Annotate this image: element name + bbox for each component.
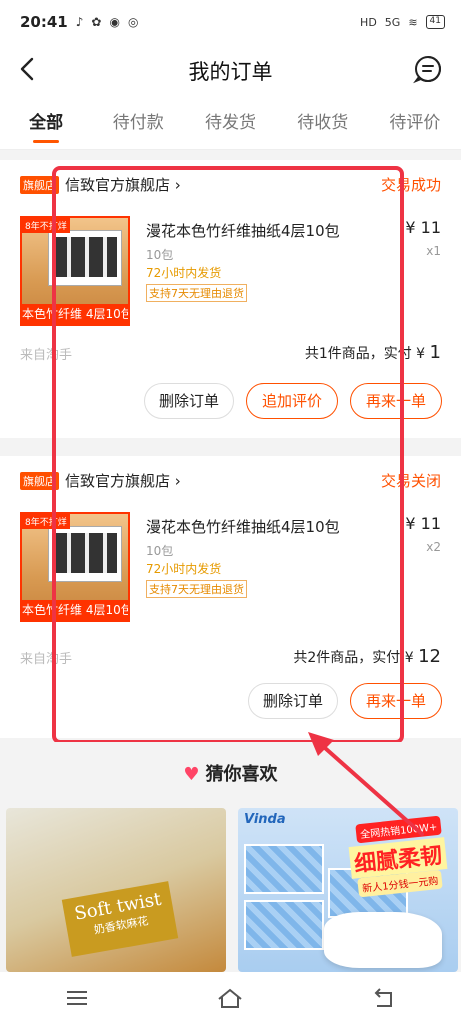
- order-source: 来自淘手: [20, 348, 73, 363]
- product-spec: 10包: [146, 544, 174, 558]
- flagship-badge: 旗舰店: [20, 175, 59, 194]
- weibo-icon: ◉: [109, 15, 120, 29]
- flagship-badge: 旗舰店: [20, 471, 59, 490]
- status-time: 20:41: [20, 13, 68, 31]
- status-right: HD 5G ≋ 41: [360, 15, 445, 29]
- header: 我的订单: [0, 44, 461, 96]
- return-policy-tag: 支持7天无理由退货: [146, 580, 247, 598]
- order-summary: 共1件商品，实付 ¥ 1: [305, 342, 441, 363]
- product-spec: 10包: [146, 248, 174, 262]
- delete-order-button[interactable]: 删除订单: [144, 383, 234, 419]
- order-summary: 共2件商品，实付 ¥ 12: [293, 646, 441, 667]
- delete-order-button[interactable]: 删除订单: [248, 683, 338, 719]
- product-quantity: x1: [426, 244, 441, 258]
- heart-icon: ♥: [183, 764, 200, 785]
- product-quantity: x2: [426, 540, 441, 554]
- return-policy-tag: 支持7天无理由退货: [146, 284, 247, 302]
- order-total: 12: [418, 646, 441, 667]
- shop-link[interactable]: 旗舰店 信致官方旗舰店 ›: [20, 470, 181, 491]
- shipping-note: 72小时内发货: [146, 562, 222, 576]
- battery-icon: 41: [425, 15, 445, 29]
- tissue-sheet-image: [324, 912, 442, 968]
- thumb-caption: 本色竹纤维 4层10包: [22, 304, 128, 324]
- tiktok-icon: ♪: [75, 15, 84, 29]
- order-card[interactable]: 旗舰店 信致官方旗舰店 › 交易成功 8年不打烊 本色竹纤维 4层10包 漫花本…: [0, 160, 461, 438]
- chevron-right-icon: ›: [170, 175, 181, 194]
- status-bar: 20:41 ♪ ✿ ◉ ◎ HD 5G ≋ 41: [0, 0, 461, 44]
- shop-name: 信致官方旗舰店: [65, 176, 171, 194]
- shop-name: 信致官方旗舰店: [65, 472, 171, 490]
- chevron-right-icon: ›: [170, 471, 181, 490]
- thumb-caption: 本色竹纤维 4层10包: [22, 600, 128, 620]
- shop-link[interactable]: 旗舰店 信致官方旗舰店 ›: [20, 174, 181, 195]
- wifi-icon: ≋: [408, 15, 418, 29]
- reorder-button[interactable]: 再来一单: [350, 683, 442, 719]
- tissue-box-image: [48, 230, 122, 286]
- shipping-note: 72小时内发货: [146, 266, 222, 280]
- summary-text: 共1件商品，实付 ¥: [304, 346, 426, 362]
- recommend-item-snack[interactable]: Soft twist 奶香软麻花: [6, 808, 226, 972]
- tissue-pack-image: [244, 844, 324, 894]
- tissue-pack-image: [244, 900, 324, 950]
- order-tabs: 全部 待付款 待发货 待收货 待评价: [0, 96, 461, 150]
- system-nav-bar: [0, 972, 461, 1024]
- tab-pending-receipt[interactable]: 待收货: [277, 96, 369, 149]
- product-thumbnail[interactable]: 8年不打烊 本色竹纤维 4层10包: [20, 216, 130, 326]
- reorder-button[interactable]: 再来一单: [350, 383, 442, 419]
- recommend-item-tissue[interactable]: Vinda 全网热销100W+ 细腻柔韧 新人1分钱一元购: [238, 808, 458, 972]
- page-title: 我的订单: [188, 60, 273, 84]
- hd-icon: HD: [360, 15, 377, 29]
- product-thumbnail[interactable]: 8年不打烊 本色竹纤维 4层10包: [20, 512, 130, 622]
- flower-icon: ✿: [91, 15, 102, 29]
- order-status: 交易关闭: [380, 472, 441, 490]
- snack-package-label: Soft twist 奶香软麻花: [61, 881, 179, 957]
- tissue-box-image: [48, 526, 122, 582]
- weibo-icon: ◎: [127, 15, 139, 29]
- status-app-icons: ♪ ✿ ◉ ◎: [76, 15, 139, 29]
- add-review-button[interactable]: 追加评价: [246, 383, 338, 419]
- signal-icon: 5G: [384, 15, 401, 29]
- tab-pending-shipment[interactable]: 待发货: [184, 96, 276, 149]
- home-icon[interactable]: [217, 985, 243, 1011]
- thumb-tag: 8年不打烊: [22, 514, 70, 529]
- summary-text: 共2件商品，实付 ¥: [293, 650, 414, 666]
- product-name[interactable]: 漫花本色竹纤维抽纸4层10包: [146, 220, 340, 241]
- menu-icon[interactable]: [64, 985, 90, 1011]
- vinda-brand-text: Vinda: [244, 812, 286, 827]
- tab-pending-payment[interactable]: 待付款: [92, 96, 184, 149]
- order-status: 交易成功: [380, 176, 441, 194]
- tab-all[interactable]: 全部: [0, 96, 92, 149]
- tab-pending-review[interactable]: 待评价: [369, 96, 461, 149]
- order-total: 1: [429, 342, 441, 363]
- thumb-tag: 8年不打烊: [22, 218, 70, 233]
- message-icon[interactable]: [413, 54, 443, 84]
- recommend-title-text: 猜你喜欢: [205, 764, 278, 785]
- product-name[interactable]: 漫花本色竹纤维抽纸4层10包: [146, 516, 340, 537]
- back-nav-icon[interactable]: [371, 985, 397, 1011]
- order-card[interactable]: 旗舰店 信致官方旗舰店 › 交易关闭 8年不打烊 本色竹纤维 4层10包 漫花本…: [0, 456, 461, 738]
- recommend-title: ♥ 猜你喜欢: [0, 760, 461, 786]
- order-source: 来自淘手: [20, 652, 73, 667]
- product-price: ¥ 11: [405, 514, 441, 533]
- recommendations-section: ♥ 猜你喜欢 Soft twist 奶香软麻花 Vinda 全网热销100W+ 细…: [0, 742, 461, 972]
- product-price: ¥ 11: [405, 218, 441, 237]
